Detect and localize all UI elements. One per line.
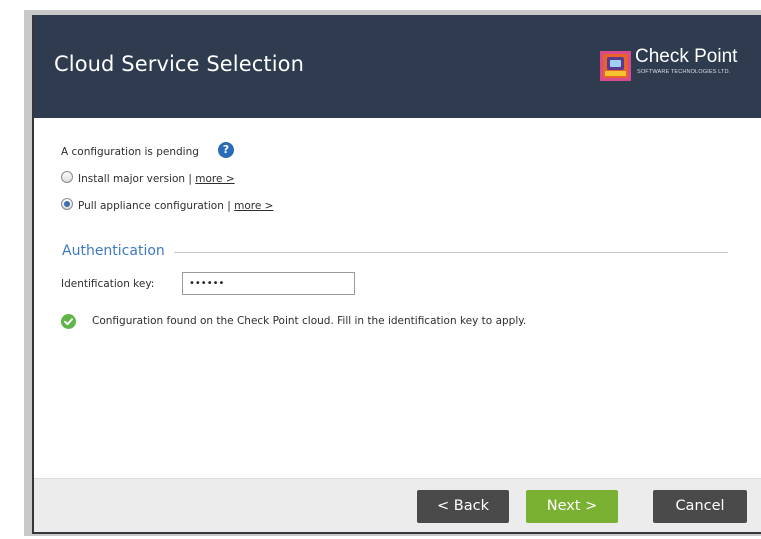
brand-name: Check Point — [635, 46, 738, 67]
setup-wizard-window: Cloud Service Selection Check Point SOFT… — [32, 15, 761, 534]
identification-key-label: Identification key: — [61, 278, 155, 290]
pending-label: A configuration is pending — [61, 146, 199, 158]
check-point-logo-icon — [600, 51, 631, 81]
screen: Cloud Service Selection Check Point SOFT… — [0, 0, 761, 539]
next-button[interactable]: Next > — [526, 490, 618, 523]
cancel-button[interactable]: Cancel — [653, 490, 747, 523]
configuration-found-message: Configuration found on the Check Point c… — [92, 315, 527, 327]
pull-appliance-configuration-more-link[interactable]: more > — [234, 200, 273, 212]
back-button[interactable]: < Back — [417, 490, 509, 523]
install-major-version-option: Install major version | more > — [78, 173, 235, 185]
section-divider — [174, 252, 728, 253]
checkmark-icon — [64, 318, 73, 326]
install-major-version-more-link[interactable]: more > — [195, 173, 234, 185]
help-icon[interactable]: ? — [218, 142, 234, 158]
pull-appliance-configuration-option: Pull appliance configuration | more > — [78, 200, 273, 212]
page-title: Cloud Service Selection — [54, 52, 305, 76]
check-circle-icon — [61, 314, 76, 329]
install-major-version-radio[interactable] — [61, 171, 73, 183]
wizard-content: A configuration is pending ? Install maj… — [34, 118, 761, 478]
brand-tagline: SOFTWARE TECHNOLOGIES LTD. — [637, 69, 731, 75]
authentication-section-title: Authentication — [62, 243, 165, 259]
pull-appliance-configuration-label: Pull appliance configuration | — [78, 200, 235, 212]
wizard-footer: < Back Next > Cancel — [34, 478, 761, 532]
identification-key-input[interactable] — [182, 272, 355, 295]
pull-appliance-configuration-radio[interactable] — [61, 198, 73, 210]
install-major-version-label: Install major version | — [78, 173, 196, 185]
check-point-brand: Check Point SOFTWARE TECHNOLOGIES LTD. — [600, 46, 758, 85]
wizard-header: Cloud Service Selection Check Point SOFT… — [34, 15, 761, 118]
